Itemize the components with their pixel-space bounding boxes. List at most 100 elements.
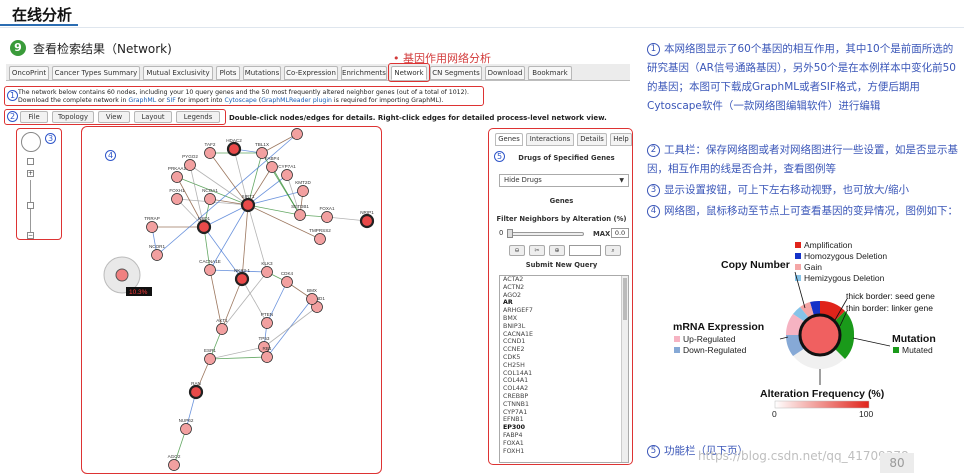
zoom-in-button[interactable]: + — [27, 170, 34, 177]
gene-list-item[interactable]: CDK5 — [500, 354, 628, 362]
layout-menu-button[interactable]: Layout — [134, 111, 172, 123]
tab-enrichments[interactable]: Enrichments — [341, 66, 387, 80]
gene-list-scrollbar[interactable] — [621, 276, 628, 462]
gene-list-item[interactable]: BNIP3L — [500, 323, 628, 331]
node-circle[interactable] — [281, 276, 293, 288]
gene-list-item[interactable]: CCNE2 — [500, 346, 628, 354]
node-circle[interactable] — [171, 171, 183, 183]
tab-cn-segments[interactable]: CN Segments — [430, 66, 482, 80]
node-circle[interactable] — [204, 193, 216, 205]
node-circle[interactable] — [146, 221, 158, 233]
remove-icon[interactable]: ⊖ — [509, 245, 525, 256]
zoom-slider-thumb[interactable] — [27, 202, 34, 209]
network-node[interactable]: TAF2 — [204, 142, 216, 159]
gene-list-item[interactable]: CCND1 — [500, 338, 628, 346]
network-node[interactable]: CACNA1E — [199, 259, 221, 276]
graphml-link[interactable]: GraphML — [128, 97, 156, 104]
network-node[interactable]: BMX — [306, 288, 318, 305]
zoom-out-button[interactable]: − — [27, 232, 34, 239]
tab-plots[interactable]: Plots — [216, 66, 240, 80]
tab-download[interactable]: Download — [485, 66, 525, 80]
network-svg[interactable]: 10.3% TAS1 HDAC2 TAF2 TBL1X PYGO2 FABP4 CYP7A1 P… — [82, 127, 382, 474]
view-menu-button[interactable]: View — [98, 111, 130, 123]
node-circle[interactable] — [266, 161, 278, 173]
gene-list-item[interactable]: ACTA2 — [500, 276, 628, 284]
network-node[interactable]: NKX3-1 — [234, 268, 251, 287]
network-edge[interactable] — [247, 174, 288, 206]
node-circle[interactable] — [261, 266, 273, 278]
node-circle[interactable] — [294, 209, 306, 221]
tab-bookmark[interactable]: Bookmark — [528, 66, 572, 80]
gene-list-item[interactable]: CACNA1E — [500, 331, 628, 339]
gene-list-item[interactable]: BMX — [500, 315, 628, 323]
gene-list-item[interactable]: EP300 — [500, 424, 628, 432]
node-circle[interactable] — [204, 353, 216, 365]
fit-icon[interactable] — [27, 158, 34, 165]
node-circle[interactable] — [234, 271, 250, 287]
gene-list-item[interactable]: FABP4 — [500, 432, 628, 440]
node-circle[interactable] — [204, 264, 216, 276]
network-node[interactable]: KMT2D — [295, 180, 311, 197]
network-node[interactable]: RAN — [188, 381, 204, 400]
tab-co-expression[interactable]: Co-Expression — [284, 66, 338, 80]
sif-link[interactable]: SIF — [166, 97, 175, 104]
drugs-select[interactable]: Hide Drugs ▼ — [499, 174, 629, 187]
node-circle[interactable] — [151, 249, 163, 261]
gene-search-input[interactable] — [569, 245, 601, 256]
gene-list-item[interactable]: FOXA1 — [500, 440, 628, 448]
network-node[interactable]: SETDB1 — [291, 204, 309, 221]
gene-list-item[interactable]: ARHGEF7 — [500, 307, 628, 315]
gene-list-item[interactable]: CTNNB1 — [500, 401, 628, 409]
node-circle[interactable] — [180, 423, 192, 435]
network-node[interactable]: TRRAP — [144, 216, 160, 233]
network-node[interactable]: NSD1 — [196, 216, 212, 235]
gene-list-item[interactable]: AGO2 — [500, 292, 628, 300]
topology-menu-button[interactable]: Topology — [52, 111, 94, 123]
pan-control[interactable] — [21, 132, 41, 152]
node-circle[interactable] — [171, 193, 183, 205]
gene-list-item[interactable]: CYP7A1 — [500, 409, 628, 417]
cytoscape-link[interactable]: Cytoscape — [224, 97, 256, 104]
network-node[interactable]: TMPRSS2 — [309, 228, 331, 245]
gene-list[interactable]: ACTA2 ACTN2 AGO2 AR ARHGEF7 BMX BNIP3L CACNA1E C… — [499, 275, 629, 463]
alteration-slider-thumb[interactable] — [507, 229, 513, 238]
network-node[interactable]: ESR1 — [204, 348, 216, 365]
network-node[interactable]: PTEN — [261, 312, 273, 329]
network-edge[interactable] — [247, 204, 321, 240]
gene-list-item[interactable]: COL14A1 — [500, 370, 628, 378]
scrollbar-thumb[interactable] — [623, 278, 627, 320]
network-node[interactable]: CYP7A1 — [278, 164, 296, 181]
network-node[interactable]: HDAC2 — [226, 138, 242, 157]
gene-list-item[interactable]: EFNB1 — [500, 416, 628, 424]
tab-mutations[interactable]: Mutations — [243, 66, 281, 80]
node-circle[interactable] — [291, 128, 303, 140]
tab-details[interactable]: Details — [577, 133, 607, 146]
tab-interactions[interactable]: Interactions — [526, 133, 574, 146]
node-circle[interactable] — [314, 233, 326, 245]
node-circle[interactable] — [240, 197, 256, 213]
file-menu-button[interactable]: File — [20, 111, 48, 123]
node-circle[interactable] — [226, 141, 242, 157]
network-node[interactable]: KLK3 — [261, 261, 273, 278]
gene-list-item[interactable]: COL4A2 — [500, 385, 628, 393]
legends-menu-button[interactable]: Legends — [176, 111, 220, 123]
node-circle[interactable] — [188, 384, 204, 400]
network-node[interactable]: FOXA1 — [319, 206, 335, 223]
network-node[interactable]: FOXH1 — [169, 188, 185, 205]
alteration-slider-track[interactable] — [509, 232, 584, 236]
gene-list-item[interactable]: CREBBP — [500, 393, 628, 401]
network-node[interactable]: RB1 — [261, 346, 273, 363]
network-node[interactable]: TAS1 — [291, 127, 303, 140]
node-circle[interactable] — [281, 169, 293, 181]
update-icon[interactable]: ⊕ — [549, 245, 565, 256]
network-node[interactable]: AGO2 — [168, 454, 181, 471]
search-icon[interactable]: ⌕ — [605, 245, 621, 256]
gene-list-item[interactable]: FOXH1 — [500, 448, 628, 456]
node-circle[interactable] — [261, 351, 273, 363]
network-node[interactable]: NCOR1 — [149, 244, 166, 261]
tab-help[interactable]: Help — [610, 133, 632, 146]
network-node[interactable]: AKT1 — [216, 318, 228, 335]
tab-cancer-types-summary[interactable]: Cancer Types Summary — [52, 66, 140, 80]
node-circle[interactable] — [216, 323, 228, 335]
node-circle[interactable] — [204, 147, 216, 159]
